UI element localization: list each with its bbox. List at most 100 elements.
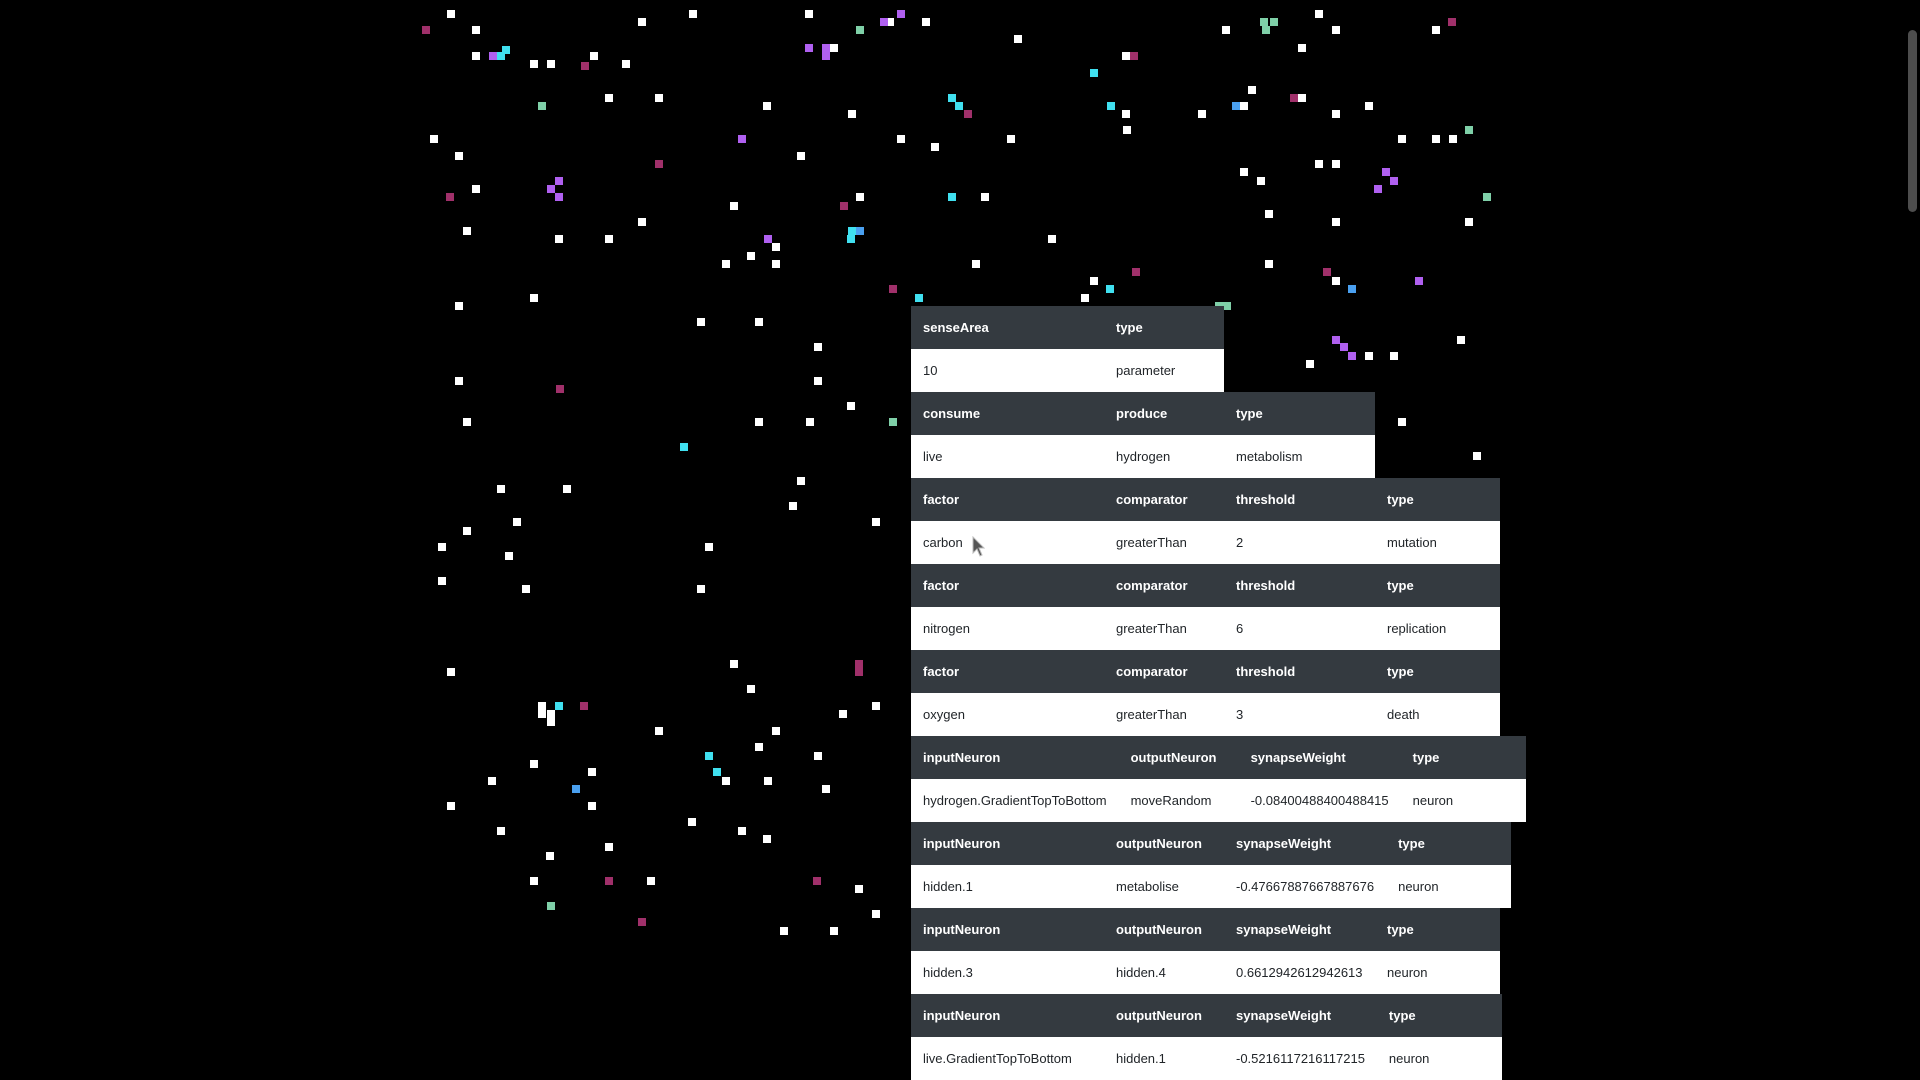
particle bbox=[889, 418, 897, 426]
particle bbox=[547, 718, 555, 726]
table-cell: neuron bbox=[1376, 1037, 1502, 1080]
particle bbox=[1122, 110, 1130, 118]
particle bbox=[538, 710, 546, 718]
particle bbox=[455, 377, 463, 385]
particle bbox=[1290, 94, 1298, 102]
particle bbox=[856, 227, 864, 235]
particle bbox=[1398, 135, 1406, 143]
particle bbox=[713, 768, 721, 776]
particle bbox=[655, 727, 663, 735]
death-table: factor comparator threshold type oxygen … bbox=[911, 650, 1500, 736]
particle bbox=[447, 802, 455, 810]
table-header-row: inputNeuron outputNeuron synapseWeight t… bbox=[911, 822, 1512, 865]
particle bbox=[840, 202, 848, 210]
particle bbox=[856, 26, 864, 34]
column-header: factor bbox=[911, 564, 1104, 607]
particle bbox=[814, 377, 822, 385]
particle bbox=[797, 152, 805, 160]
particle bbox=[522, 585, 530, 593]
column-header: synapseWeight bbox=[1238, 736, 1401, 779]
particle bbox=[1007, 135, 1015, 143]
particle bbox=[590, 52, 598, 60]
particle bbox=[1265, 260, 1273, 268]
particle bbox=[638, 918, 646, 926]
table-cell: 6 bbox=[1224, 607, 1375, 650]
particle bbox=[1315, 160, 1323, 168]
particle bbox=[822, 44, 830, 52]
scrollbar[interactable] bbox=[1905, 0, 1920, 1080]
particle bbox=[697, 585, 705, 593]
particle bbox=[1048, 235, 1056, 243]
particle bbox=[1382, 168, 1390, 176]
particle bbox=[430, 135, 438, 143]
scrollbar-thumb[interactable] bbox=[1908, 30, 1917, 212]
particle bbox=[763, 835, 771, 843]
particle bbox=[1298, 94, 1306, 102]
table-header-row: inputNeuron outputNeuron synapseWeight t… bbox=[911, 736, 1526, 779]
particle bbox=[1262, 26, 1270, 34]
particle bbox=[1130, 52, 1138, 60]
particle bbox=[622, 60, 630, 68]
column-header: comparator bbox=[1104, 650, 1224, 693]
particle bbox=[772, 260, 780, 268]
particle bbox=[814, 343, 822, 351]
particle bbox=[638, 18, 646, 26]
particle bbox=[1014, 35, 1022, 43]
particle bbox=[1123, 126, 1131, 134]
particle bbox=[1265, 210, 1273, 218]
table-cell: greaterThan bbox=[1104, 693, 1224, 736]
particle bbox=[1240, 168, 1248, 176]
column-header: consume bbox=[911, 392, 1104, 435]
particle bbox=[472, 26, 480, 34]
particle bbox=[497, 485, 505, 493]
particle bbox=[755, 743, 763, 751]
particle bbox=[856, 193, 864, 201]
table-cell: hydrogen.GradientTopToBottom bbox=[911, 779, 1119, 822]
particle bbox=[955, 102, 963, 110]
particle bbox=[530, 760, 538, 768]
particle bbox=[555, 177, 563, 185]
particle bbox=[1332, 218, 1340, 226]
column-header: inputNeuron bbox=[911, 736, 1119, 779]
particle bbox=[638, 218, 646, 226]
table-row: nitrogen greaterThan 6 replication bbox=[911, 607, 1500, 650]
neuron-table: inputNeuron outputNeuron synapseWeight t… bbox=[911, 908, 1500, 994]
particle bbox=[1122, 52, 1130, 60]
particle bbox=[872, 910, 880, 918]
particle bbox=[1081, 294, 1089, 302]
sense-area-table: senseArea type 10 parameter bbox=[911, 306, 1224, 392]
table-cell: 2 bbox=[1224, 521, 1375, 564]
particle bbox=[1198, 110, 1206, 118]
table-header-row: factor comparator threshold type bbox=[911, 650, 1500, 693]
table-cell: oxygen bbox=[911, 693, 1104, 736]
column-header: outputNeuron bbox=[1104, 822, 1224, 865]
particle bbox=[814, 752, 822, 760]
table-cell: moveRandom bbox=[1118, 779, 1239, 822]
table-cell: greaterThan bbox=[1104, 521, 1224, 564]
particle bbox=[538, 702, 546, 710]
neuron-table: inputNeuron outputNeuron synapseWeight t… bbox=[911, 736, 1526, 822]
particle bbox=[1332, 26, 1340, 34]
particle bbox=[889, 285, 897, 293]
particle bbox=[855, 885, 863, 893]
replication-table: factor comparator threshold type nitroge… bbox=[911, 564, 1500, 650]
particle bbox=[647, 877, 655, 885]
particle bbox=[1090, 69, 1098, 77]
column-header: produce bbox=[1104, 392, 1224, 435]
table-row: hydrogen.GradientTopToBottom moveRandom … bbox=[911, 779, 1526, 822]
particle bbox=[948, 193, 956, 201]
particle bbox=[830, 927, 838, 935]
particle bbox=[972, 260, 980, 268]
neuron-table: inputNeuron outputNeuron synapseWeight t… bbox=[911, 822, 1512, 908]
particle bbox=[697, 318, 705, 326]
particle bbox=[747, 252, 755, 260]
particle bbox=[530, 877, 538, 885]
table-cell: 0.6612942612942613 bbox=[1224, 951, 1375, 994]
particle bbox=[813, 877, 821, 885]
particle bbox=[572, 785, 580, 793]
table-cell: carbon bbox=[911, 521, 1104, 564]
table-header-row: consume produce type bbox=[911, 392, 1375, 435]
particle bbox=[1132, 268, 1140, 276]
particle bbox=[505, 552, 513, 560]
table-cell: 3 bbox=[1224, 693, 1375, 736]
